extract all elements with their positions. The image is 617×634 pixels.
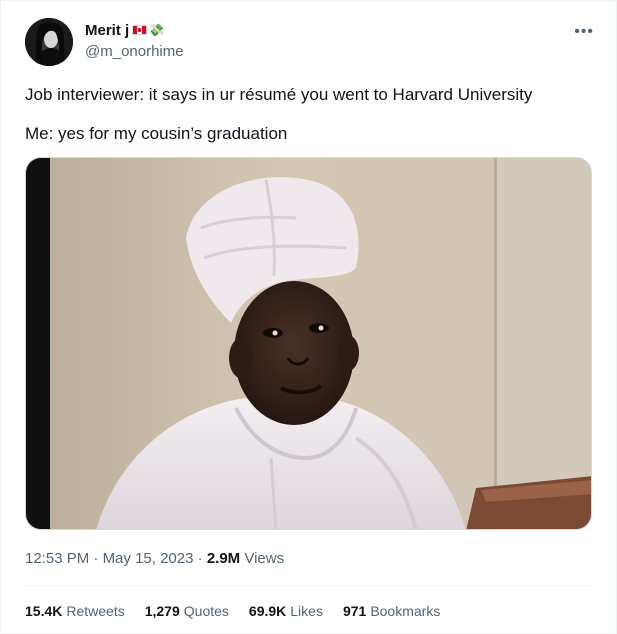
tweet-text-line-1: Job interviewer: it says in ur résumé yo… [25, 85, 533, 104]
bookmarks-stat[interactable]: 971 Bookmarks [343, 603, 440, 619]
more-options-icon[interactable]: ••• [574, 23, 594, 41]
author-name[interactable]: Merit j [85, 22, 129, 39]
avatar-photo [25, 18, 73, 66]
meme-photo [26, 158, 591, 529]
retweets-stat[interactable]: 15.4K Retweets [25, 603, 125, 619]
tweet-timestamp-and-views: 12:53 PM · May 15, 2023 · 2.9M Views [25, 550, 284, 567]
tweet-time[interactable]: 12:53 PM [25, 550, 89, 567]
retweets-count: 15.4K [25, 603, 63, 619]
tweet-media-image[interactable] [25, 157, 592, 530]
meta-separator: · [193, 550, 207, 567]
money-with-wings-icon: 💸 [149, 23, 165, 37]
quotes-label: Quotes [183, 603, 229, 619]
quotes-stat[interactable]: 1,279 Quotes [145, 603, 229, 619]
divider [25, 585, 592, 586]
engagement-stats: 15.4K Retweets 1,279 Quotes 69.9K Likes 971… [25, 603, 440, 619]
tweet-date[interactable]: May 15, 2023 [103, 550, 194, 567]
bookmarks-count: 971 [342, 603, 367, 619]
likes-label: Likes [290, 603, 323, 619]
avatar[interactable] [25, 18, 73, 66]
tweet-text-line-2: Me: yes for my cousin’s graduation [25, 124, 288, 143]
tweet-card: Merit j 💸 @m_onorhime ••• Job interviewe… [0, 0, 617, 634]
meta-separator: · [89, 550, 103, 567]
retweets-label: Retweets [66, 603, 125, 619]
author-name-row: Merit j 💸 [85, 20, 164, 40]
views-label: Views [240, 550, 285, 567]
author-handle[interactable]: @m_onorhime [85, 43, 184, 60]
likes-count: 69.9K [248, 603, 287, 619]
views-count: 2.9M [206, 550, 241, 567]
likes-stat[interactable]: 69.9K Likes [249, 603, 323, 619]
bookmarks-label: Bookmarks [370, 603, 441, 619]
quotes-count: 1,279 [144, 603, 180, 619]
canada-flag-icon [132, 25, 148, 35]
